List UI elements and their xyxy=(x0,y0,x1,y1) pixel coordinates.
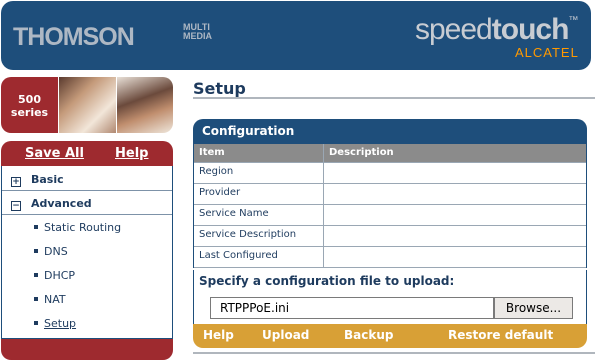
table-row: Service Description xyxy=(194,226,586,247)
row-item: Service Name xyxy=(194,205,324,225)
sidebar-item-label: DHCP xyxy=(44,269,76,282)
row-description xyxy=(324,226,586,246)
expand-icon[interactable]: + xyxy=(11,177,21,187)
series-number: 500 xyxy=(18,93,41,106)
table-row: Last Configured xyxy=(194,247,586,268)
multimedia-logo-text: MULTI MEDIA xyxy=(183,22,212,41)
table-row: Region xyxy=(194,163,586,184)
sidebar-item-label: DNS xyxy=(44,245,68,258)
configuration-header: Configuration xyxy=(193,119,587,144)
row-description xyxy=(324,247,586,267)
nav-divider xyxy=(2,190,172,191)
header-bar: THOMSON MULTI MEDIA speedtouch™ ALCATEL xyxy=(1,1,591,70)
title-divider xyxy=(193,97,595,99)
nav-group-label: Advanced xyxy=(31,197,92,210)
column-header-description: Description xyxy=(329,147,394,158)
sidebar-item-dns[interactable]: DNS xyxy=(34,245,68,258)
file-path-input[interactable]: RTPPPoE.ini xyxy=(210,297,494,319)
banner-photo-1 xyxy=(59,77,116,133)
thomson-logo: THOMSON xyxy=(13,23,135,51)
upload-section: Specify a configuration file to upload: … xyxy=(193,270,587,324)
backup-button[interactable]: Backup xyxy=(344,328,393,342)
nav-top-bar: Save All Help xyxy=(1,141,173,166)
nav-group-advanced[interactable]: − Advanced xyxy=(11,197,92,211)
sidebar-item-static-routing[interactable]: Static Routing xyxy=(34,221,121,234)
series-badge: 500 series xyxy=(1,77,58,133)
upload-button[interactable]: Upload xyxy=(262,328,309,342)
bullet-icon xyxy=(34,273,38,277)
sidebar-item-setup[interactable]: Setup xyxy=(34,317,76,330)
help-button[interactable]: Help xyxy=(203,328,234,342)
sidebar-item-label: Static Routing xyxy=(44,221,122,234)
alcatel-logo: ALCATEL xyxy=(515,45,579,60)
touch-text: touch xyxy=(491,13,570,46)
row-description xyxy=(324,205,586,225)
action-bar: Help Upload Backup Restore default xyxy=(193,324,587,348)
bullet-icon xyxy=(34,321,38,325)
browse-button[interactable]: Browse... xyxy=(494,297,573,319)
series-label: series xyxy=(10,106,49,119)
nav-group-basic[interactable]: + Basic xyxy=(11,173,64,187)
nav-divider xyxy=(2,214,172,215)
row-description xyxy=(324,163,586,183)
table-header-row: Item Description xyxy=(194,144,586,163)
restore-default-button[interactable]: Restore default xyxy=(448,328,553,342)
bullet-icon xyxy=(34,225,38,229)
sidebar-item-nat[interactable]: NAT xyxy=(34,293,66,306)
page: THOMSON MULTI MEDIA speedtouch™ ALCATEL … xyxy=(0,0,598,363)
nav-help-link[interactable]: Help xyxy=(115,146,148,161)
table-row: Provider xyxy=(194,184,586,205)
trademark-symbol: ™ xyxy=(568,15,578,26)
collapse-icon[interactable]: − xyxy=(11,201,21,211)
configuration-table: Item Description Region Provider Service… xyxy=(193,144,587,268)
row-item: Provider xyxy=(194,184,324,204)
row-item: Last Configured xyxy=(194,247,324,267)
bullet-icon xyxy=(34,249,38,253)
banner-photo-2 xyxy=(117,77,173,133)
nav-footer-bar xyxy=(1,339,173,360)
sidebar-nav: + Basic − Advanced Static Routing DNS DHCP… xyxy=(1,166,173,339)
upload-label: Specify a configuration file to upload: xyxy=(199,274,455,288)
table-row: Service Name xyxy=(194,205,586,226)
page-title: Setup xyxy=(193,79,246,98)
row-item: Region xyxy=(194,163,324,183)
speedtouch-logo: speedtouch™ xyxy=(415,13,578,47)
column-header-item: Item xyxy=(194,144,324,162)
save-all-link[interactable]: Save All xyxy=(25,146,84,161)
sidebar-item-label: NAT xyxy=(44,293,66,306)
sidebar-item-label: Setup xyxy=(44,317,77,330)
row-item: Service Description xyxy=(194,226,324,246)
nav-group-label: Basic xyxy=(31,173,64,186)
bullet-icon xyxy=(34,297,38,301)
row-description xyxy=(324,184,586,204)
bottom-divider xyxy=(193,352,595,354)
speed-text: speed xyxy=(415,13,493,46)
sidebar-item-dhcp[interactable]: DHCP xyxy=(34,269,75,282)
